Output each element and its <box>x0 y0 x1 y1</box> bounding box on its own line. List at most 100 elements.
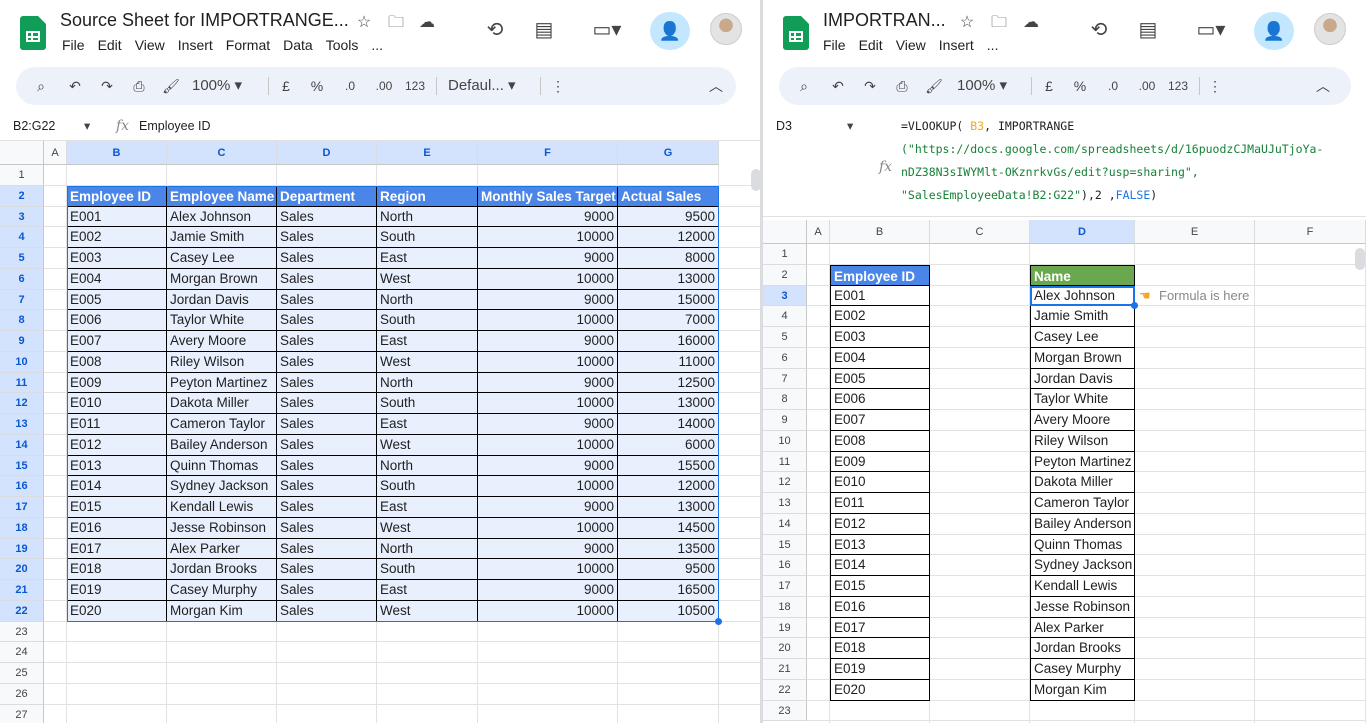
cloud-status-icon[interactable]: ☁ <box>1021 13 1041 33</box>
employee-id-cell[interactable]: E006 <box>830 389 930 410</box>
column-header-d[interactable]: D <box>1030 220 1135 244</box>
redo-icon[interactable]: ↷ <box>859 67 881 105</box>
row-header-27[interactable]: 27 <box>0 704 44 723</box>
row-header-8[interactable]: 8 <box>763 389 807 410</box>
percent-format-button[interactable]: % <box>1070 67 1090 105</box>
menu-edit[interactable]: Edit <box>98 37 122 53</box>
row-header-8[interactable]: 8 <box>0 310 44 331</box>
more-options-icon[interactable]: ⋮ <box>548 67 568 105</box>
formula-input[interactable]: =VLOOKUP( B3, IMPORTRANGE ("https://docs… <box>901 115 1323 207</box>
menu-more[interactable]: ... <box>987 37 999 53</box>
row-header-2[interactable]: 2 <box>0 185 44 207</box>
employee-id-cell[interactable]: E003 <box>830 327 930 348</box>
employee-id-cell[interactable]: E013 <box>830 534 930 556</box>
employee-id-cell[interactable]: E019 <box>830 659 930 680</box>
row-header-19[interactable]: 19 <box>0 538 44 560</box>
column-header-e[interactable]: E <box>377 141 478 165</box>
font-select[interactable]: Defaul... ▾ <box>448 67 528 105</box>
share-button[interactable]: 👤 <box>1254 12 1294 50</box>
search-menus-icon[interactable]: ⌕ <box>793 67 815 105</box>
share-button[interactable]: 👤 <box>650 12 690 50</box>
name-box[interactable]: D3 <box>776 119 792 133</box>
column-header-f[interactable]: F <box>478 141 618 165</box>
menu-format[interactable]: Format <box>226 37 270 53</box>
employee-id-cell[interactable]: E020 <box>830 679 930 701</box>
menu-file[interactable]: File <box>62 37 85 53</box>
decrease-decimal-button[interactable]: .0 <box>1101 67 1125 105</box>
menu-data[interactable]: Data <box>283 37 313 53</box>
employee-id-cell[interactable]: E010 <box>830 472 930 493</box>
zoom-select[interactable]: 100% ▾ <box>192 67 260 105</box>
name-cell[interactable]: Jesse Robinson <box>1030 596 1135 618</box>
employee-id-cell[interactable]: E011 <box>830 493 930 514</box>
name-box-dropdown-icon[interactable]: ▾ <box>847 118 853 133</box>
row-header-14[interactable]: 14 <box>763 513 807 535</box>
row-header-1[interactable]: 1 <box>763 244 807 265</box>
row-header-21[interactable]: 21 <box>763 659 807 680</box>
name-cell[interactable]: Cameron Taylor <box>1030 493 1135 514</box>
comment-icon[interactable]: ▤ <box>1135 17 1161 43</box>
sheets-logo-icon[interactable] <box>783 16 809 50</box>
row-header-7[interactable]: 7 <box>0 289 44 311</box>
zoom-select[interactable]: 100% ▾ <box>957 67 1023 105</box>
meet-video-icon[interactable]: ▭▾ <box>1189 17 1233 43</box>
row-header-1[interactable]: 1 <box>0 165 44 186</box>
employee-id-cell[interactable]: E002 <box>830 306 930 327</box>
name-cell[interactable]: Jamie Smith <box>1030 306 1135 327</box>
star-icon[interactable]: ☆ <box>354 13 374 33</box>
row-header-3[interactable]: 3 <box>763 285 807 307</box>
row-header-7[interactable]: 7 <box>763 368 807 390</box>
row-header-5[interactable]: 5 <box>0 248 44 269</box>
row-header-15[interactable]: 15 <box>763 534 807 556</box>
search-menus-icon[interactable]: ⌕ <box>30 67 52 105</box>
row-header-9[interactable]: 9 <box>763 410 807 431</box>
meet-video-icon[interactable]: ▭▾ <box>585 17 629 43</box>
name-cell[interactable]: Bailey Anderson <box>1030 513 1135 535</box>
redo-icon[interactable]: ↷ <box>96 67 118 105</box>
employee-id-cell[interactable]: E004 <box>830 347 930 369</box>
row-header-20[interactable]: 20 <box>0 559 44 580</box>
row-header-13[interactable]: 13 <box>0 414 44 435</box>
name-cell[interactable]: Taylor White <box>1030 389 1135 410</box>
name-cell[interactable]: Morgan Brown <box>1030 347 1135 369</box>
employee-id-cell[interactable]: E014 <box>830 555 930 576</box>
print-icon[interactable]: ⎙ <box>128 67 150 105</box>
sheet-grid[interactable]: A B C D E F G 1 2 3 4 5 6 7 8 9 10 11 12 13 14 15 16 17 18 19 20 21… <box>0 141 760 723</box>
row-header-22[interactable]: 22 <box>0 600 44 622</box>
row-header-16[interactable]: 16 <box>763 555 807 576</box>
paint-format-icon[interactable]: 🖌 <box>160 67 182 105</box>
menu-tools[interactable]: Tools <box>326 37 359 53</box>
undo-icon[interactable]: ↶ <box>827 67 849 105</box>
select-all-corner[interactable] <box>763 220 807 244</box>
name-cell[interactable]: Casey Lee <box>1030 327 1135 348</box>
name-cell[interactable]: Morgan Kim <box>1030 679 1135 701</box>
name-header[interactable]: Name <box>1030 264 1135 286</box>
vertical-scrollbar[interactable] <box>751 169 760 191</box>
decrease-decimal-button[interactable]: .0 <box>338 67 362 105</box>
name-cell[interactable]: Casey Murphy <box>1030 659 1135 680</box>
column-header-f[interactable]: F <box>1255 220 1366 244</box>
select-all-corner[interactable] <box>0 141 44 165</box>
row-header-6[interactable]: 6 <box>763 347 807 369</box>
print-icon[interactable]: ⎙ <box>891 67 913 105</box>
column-header-c[interactable]: C <box>167 141 277 165</box>
more-options-icon[interactable]: ⋮ <box>1205 67 1225 105</box>
menu-file[interactable]: File <box>823 37 846 53</box>
menu-edit[interactable]: Edit <box>859 37 883 53</box>
name-box-dropdown-icon[interactable]: ▾ <box>84 118 90 133</box>
row-header-22[interactable]: 22 <box>763 679 807 701</box>
history-icon[interactable]: ⟲ <box>1086 17 1112 43</box>
name-cell[interactable]: Dakota Miller <box>1030 472 1135 493</box>
column-header-c[interactable]: C <box>930 220 1030 244</box>
employee-id-cell[interactable]: E015 <box>830 576 930 597</box>
vertical-scrollbar[interactable] <box>1355 248 1365 270</box>
percent-format-button[interactable]: % <box>307 67 327 105</box>
row-header-17[interactable]: 17 <box>763 576 807 597</box>
move-folder-icon[interactable]: 🗀 <box>989 13 1009 33</box>
fill-handle[interactable] <box>715 617 722 625</box>
name-cell[interactable]: Avery Moore <box>1030 410 1135 431</box>
move-folder-icon[interactable]: 🗀 <box>386 13 406 33</box>
row-header-16[interactable]: 16 <box>0 476 44 497</box>
menu-insert[interactable]: Insert <box>939 37 974 53</box>
row-header-12[interactable]: 12 <box>0 393 44 414</box>
